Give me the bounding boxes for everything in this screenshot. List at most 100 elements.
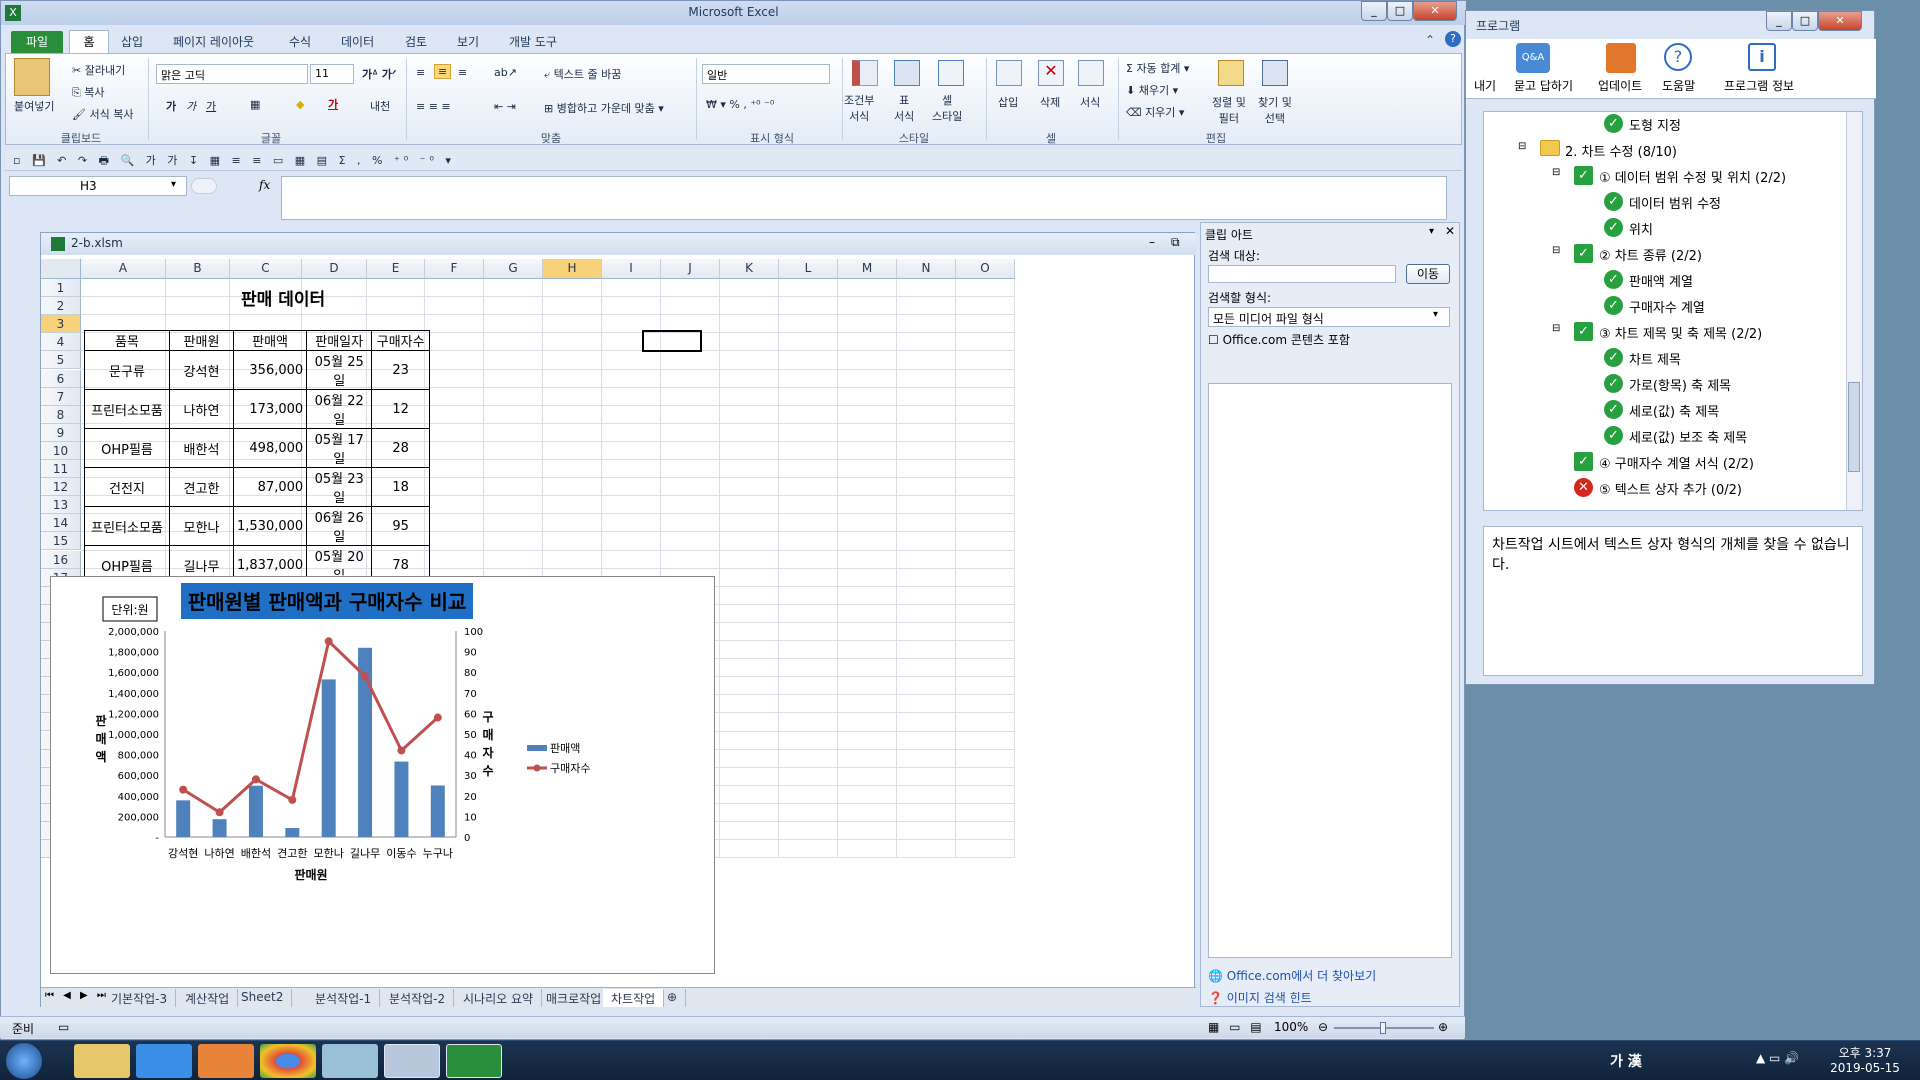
tree-item-label[interactable]: 판매액 계열	[1629, 271, 1693, 290]
orientation-button[interactable]: ab↗	[494, 66, 517, 79]
row-header[interactable]: 3	[41, 315, 81, 334]
name-box[interactable]: H3	[9, 176, 187, 196]
table-cell[interactable]: 28	[371, 428, 431, 468]
row-header[interactable]: 10	[41, 441, 81, 460]
help-icon[interactable]: ?	[1445, 31, 1461, 47]
table-cell[interactable]: 12	[371, 389, 431, 429]
table-cell[interactable]: 06월 22일	[306, 389, 373, 429]
table-cell[interactable]: 강석현	[169, 350, 234, 390]
program-info-button[interactable]: 프로그램 정보	[1724, 77, 1794, 94]
format-painter-button[interactable]: 🖌 서식 복사	[72, 106, 133, 122]
sheet-tab[interactable]: 기본작업-3	[103, 989, 177, 1007]
macro-record-icon[interactable]: ▭	[58, 1020, 69, 1034]
font-name-combo[interactable]: 맑은 고딕	[156, 64, 308, 84]
column-header[interactable]: L	[779, 259, 838, 279]
column-header[interactable]: K	[720, 259, 779, 279]
zoom-out-icon[interactable]: ⊖	[1318, 1020, 1328, 1034]
tab-home[interactable]: 홈	[69, 30, 109, 54]
expand-collapse-icon[interactable]: ⊟	[1518, 141, 1526, 152]
view-buttons[interactable]: ▦ ▭ ▤	[1208, 1020, 1265, 1034]
table-cell[interactable]: 05월 25일	[306, 350, 373, 390]
cut-button[interactable]: ✂ 잘라내기	[72, 62, 125, 78]
tab-insert[interactable]: 삽입	[121, 33, 143, 50]
table-cell[interactable]: 건전지	[84, 467, 170, 507]
tray-icons[interactable]: ▲ ▭ 🔊	[1756, 1051, 1799, 1065]
tab-developer[interactable]: 개발 도구	[509, 33, 557, 50]
row-header[interactable]: 13	[41, 496, 81, 515]
insert-sheet-icon[interactable]: ⊕	[659, 989, 687, 1007]
paste-button[interactable]: 붙여넣기	[14, 98, 54, 114]
row-header[interactable]: 9	[41, 423, 81, 442]
clipart-results[interactable]	[1208, 383, 1452, 958]
tab-review[interactable]: 검토	[405, 33, 427, 50]
qat-icons[interactable]: ▫ 💾 ↶ ↷ 🖶 🔍 가 가 ↧ ▦ ≡ ≡ ▭ ▦ ▤ Σ , % ⁺⁰ ⁻…	[13, 152, 455, 171]
format-cells-button[interactable]: 서식	[1080, 94, 1100, 110]
row-header[interactable]: 12	[41, 478, 81, 497]
autosum-button[interactable]: Σ 자동 합계 ▾	[1126, 60, 1189, 76]
media-player-taskbar-icon[interactable]	[198, 1044, 254, 1078]
table-cell[interactable]: 프린터소모품	[84, 506, 170, 546]
tree-item-label[interactable]: ① 데이터 범위 수정 및 위치 (2/2)	[1599, 167, 1786, 186]
tree-item-label[interactable]: 2. 차트 수정 (8/10)	[1565, 141, 1677, 160]
conditional-format-icon[interactable]	[852, 60, 878, 86]
tab-page-layout[interactable]: 페이지 레이아웃	[173, 33, 254, 50]
row-header[interactable]: 8	[41, 405, 81, 424]
insert-cells-icon[interactable]	[996, 60, 1022, 86]
sheet-tab[interactable]: 분석작업-2	[381, 989, 455, 1007]
table-cell[interactable]: 05월 17일	[306, 428, 373, 468]
table-cell[interactable]: 05월 23일	[306, 467, 373, 507]
table-cell[interactable]: 18	[371, 467, 431, 507]
formula-tools-icon[interactable]	[191, 178, 217, 194]
table-cell[interactable]: 배한석	[169, 428, 234, 468]
format-table-icon[interactable]	[894, 60, 920, 86]
tree-item-label[interactable]: ⑤ 텍스트 상자 추가 (0/2)	[1599, 479, 1742, 498]
copy-button[interactable]: ⎘ 복사	[72, 84, 105, 100]
fill-button[interactable]: ⬇ 채우기 ▾	[1126, 82, 1178, 98]
formula-input[interactable]	[281, 176, 1447, 220]
row-header[interactable]: 11	[41, 460, 81, 479]
update-icon[interactable]	[1606, 43, 1636, 73]
format-table-button[interactable]: 표 서식	[894, 92, 914, 124]
sheet-tab[interactable]: 차트작업	[603, 989, 665, 1007]
tree-item-label[interactable]: 도형 지정	[1629, 115, 1681, 134]
table-cell[interactable]: 나하연	[169, 389, 234, 429]
font-color-button[interactable]: 가	[328, 96, 338, 112]
italic-button[interactable]: 가	[186, 98, 196, 114]
zoom-slider-thumb[interactable]	[1380, 1022, 1386, 1034]
align-top-button[interactable]: ≡	[416, 66, 425, 79]
qa-button[interactable]: 묻고 답하기	[1514, 77, 1573, 94]
table-cell[interactable]: 356,000	[232, 350, 308, 390]
expand-collapse-icon[interactable]: ⊟	[1552, 167, 1560, 178]
tree-item-label[interactable]: 세로(값) 보조 축 제목	[1629, 427, 1747, 446]
underline-button[interactable]: 가	[206, 98, 216, 114]
expand-collapse-icon[interactable]: ⊟	[1552, 245, 1560, 256]
row-header[interactable]: 6	[41, 369, 81, 388]
fx-icon[interactable]: fx	[259, 178, 270, 192]
paste-icon[interactable]	[14, 58, 50, 96]
grow-font-button[interactable]: 가ᐞ 가ᐟ	[362, 66, 397, 82]
table-cell[interactable]: OHP필름	[84, 428, 170, 468]
excel-taskbar-icon[interactable]	[446, 1044, 502, 1078]
table-cell[interactable]: 87,000	[232, 467, 308, 507]
ime-indicator[interactable]: 가 漢	[1610, 1051, 1642, 1071]
help-circle-icon[interactable]: ?	[1664, 43, 1692, 71]
select-all-corner[interactable]	[41, 259, 81, 279]
app-taskbar-icon[interactable]	[322, 1044, 378, 1078]
table-cell[interactable]: 프린터소모품	[84, 389, 170, 429]
chart[interactable]: 판매원별 판매액과 구매자수 비교 단위:원 2,000,000 1,800,000 1…	[50, 576, 715, 974]
merge-center-button[interactable]: ⊞ 병합하고 가운데 맞춤 ▾	[544, 100, 664, 116]
column-header[interactable]: H	[543, 259, 602, 279]
table-cell[interactable]: 문구류	[84, 350, 170, 390]
row-header[interactable]: 16	[41, 550, 81, 569]
table-cell[interactable]: 95	[371, 506, 431, 546]
tree-item-label[interactable]: ③ 차트 제목 및 축 제목 (2/2)	[1599, 323, 1762, 342]
conditional-format-button[interactable]: 조건부 서식	[844, 92, 874, 124]
sheet-tab[interactable]: 매크로작업	[538, 989, 611, 1007]
export-button[interactable]: 내기	[1474, 77, 1496, 94]
sheet-tab[interactable]: 시나리오 요약	[455, 989, 543, 1007]
clipart-menu-icon[interactable]: ▾	[1429, 226, 1434, 237]
border-button[interactable]: ▦	[250, 98, 260, 111]
tab-file[interactable]: 파일	[11, 31, 63, 53]
column-header[interactable]: E	[367, 259, 425, 279]
selected-cell-h3[interactable]	[642, 330, 702, 352]
